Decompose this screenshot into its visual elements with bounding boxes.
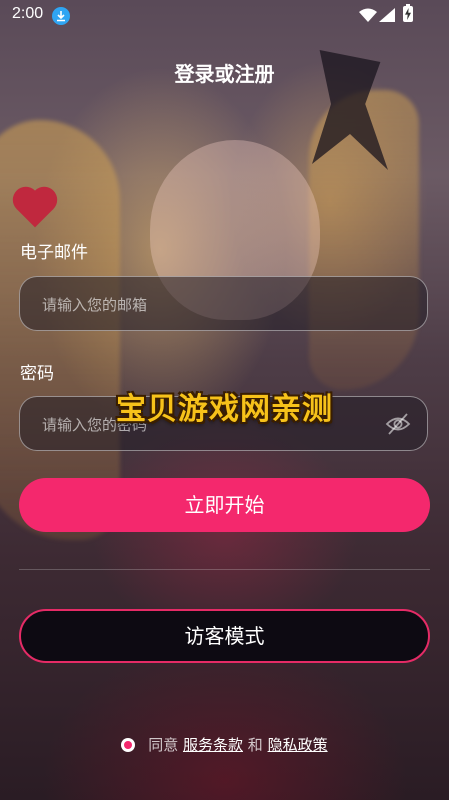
guest-mode-button[interactable]: 访客模式 <box>19 609 430 663</box>
page-title: 登录或注册 <box>174 62 275 86</box>
divider <box>19 569 430 570</box>
agreement-and: 和 <box>247 736 263 754</box>
email-field-box[interactable] <box>19 276 428 332</box>
email-field[interactable] <box>40 277 384 332</box>
download-icon <box>52 7 70 25</box>
watermark-text: 宝贝游戏网亲测 <box>116 392 333 427</box>
agreement-row: 同意 服务条款 和 隐私政策 <box>0 734 449 755</box>
privacy-link[interactable]: 隐私政策 <box>268 736 328 754</box>
status-time: 2:00 <box>12 5 44 22</box>
status-bar: 2:00 <box>0 0 449 32</box>
signal-icon <box>379 8 395 22</box>
email-label: 电子邮件 <box>20 243 88 263</box>
terms-link[interactable]: 服务条款 <box>183 736 243 754</box>
agreement-prefix: 同意 <box>148 736 179 754</box>
password-label: 密码 <box>20 364 54 384</box>
wifi-icon <box>359 8 377 22</box>
battery-icon <box>403 4 413 22</box>
agree-radio[interactable] <box>121 738 136 752</box>
start-button[interactable]: 立即开始 <box>19 478 430 532</box>
